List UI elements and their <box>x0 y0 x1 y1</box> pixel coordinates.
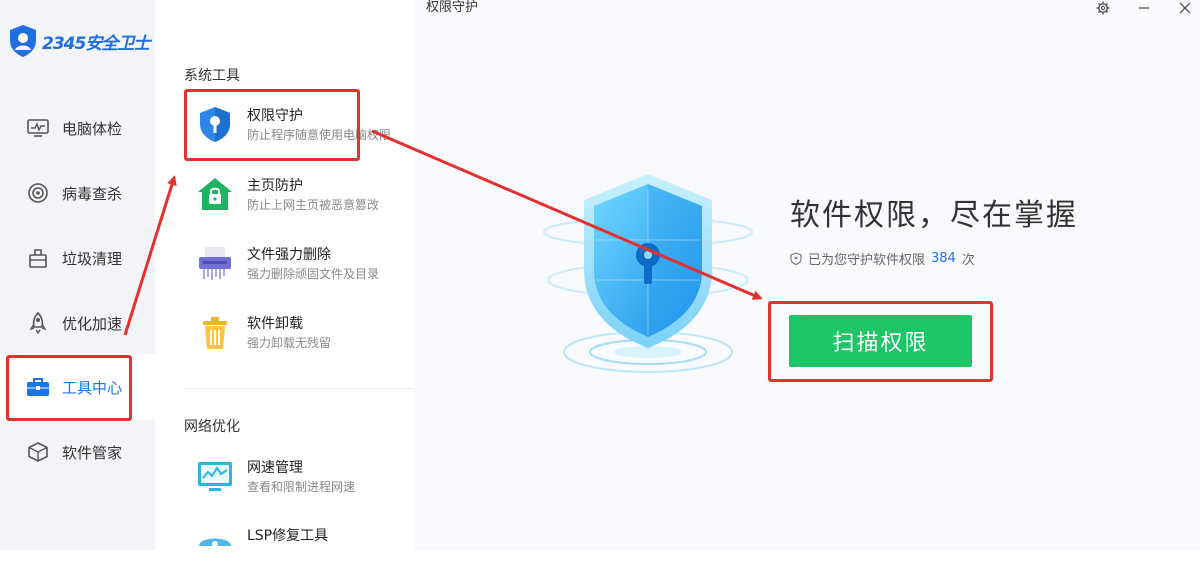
settings-button[interactable] <box>1091 0 1115 16</box>
protect-info: 已为您守护软件权限 384 次 <box>790 249 975 268</box>
close-button[interactable] <box>1173 0 1197 16</box>
tool-item-software-uninstall[interactable]: 软件卸载 强力卸载无残留 <box>195 308 415 368</box>
trash-bin-icon <box>26 246 50 270</box>
tools-panel: 系统工具 权限守护 防止程序随意使用电脑权限 主页防护 防止上网主页被恶意篡改 <box>155 0 569 550</box>
tool-item-file-shredder[interactable]: 文件强力删除 强力删除顽固文件及目录 <box>195 239 415 299</box>
protect-count: 384 <box>931 251 956 266</box>
nav-item-label: 优化加速 <box>62 314 123 333</box>
annotation-box-permission-guard <box>184 89 360 161</box>
logo-text: 2345安全卫士 <box>42 33 150 54</box>
speed-monitor-icon <box>198 462 232 491</box>
tool-name: 文件强力删除 <box>247 247 331 263</box>
nav-item-software-manager[interactable]: 软件管家 <box>0 420 155 484</box>
nav-item-label: 电脑体检 <box>62 119 123 138</box>
tool-desc: 防止上网主页被恶意篡改 <box>247 198 380 212</box>
shredder-icon <box>199 247 231 280</box>
nav-item-junk-clean[interactable]: 垃圾清理 <box>0 226 155 290</box>
nav-item-optimize[interactable]: 优化加速 <box>0 291 155 355</box>
close-icon <box>1179 2 1191 14</box>
tool-name: 软件卸载 <box>247 316 303 332</box>
tool-item-lsp-repair[interactable]: LSP修复工具 <box>195 520 415 580</box>
headline: 软件权限，尽在掌握 <box>790 198 1078 233</box>
home-lock-icon <box>198 178 232 210</box>
tool-item-speed-manage[interactable]: 网速管理 查看和限制进程网速 <box>195 452 415 512</box>
section-divider <box>184 388 413 389</box>
annotation-box-tool-center <box>6 355 132 421</box>
cube-icon <box>26 440 50 464</box>
tool-desc: 强力删除顽固文件及目录 <box>247 267 380 281</box>
tool-name: 主页防护 <box>247 178 303 194</box>
annotation-box-scan-button <box>768 301 993 382</box>
gear-icon <box>1096 1 1110 15</box>
target-icon <box>26 181 50 205</box>
monitor-icon <box>26 116 50 140</box>
tool-name: LSP修复工具 <box>247 528 329 544</box>
left-nav: 2345安全卫士 电脑体检 病毒查杀 垃圾清理 优化加速 工具中心 软件管家 <box>0 0 155 550</box>
shield-logo-icon <box>10 25 36 57</box>
section-title-system-tools: 系统工具 <box>184 68 240 84</box>
nav-item-pc-checkup[interactable]: 电脑体检 <box>0 96 155 160</box>
protect-prefix: 已为您守护软件权限 <box>808 253 926 268</box>
repair-icon <box>199 538 231 547</box>
shield-small-icon <box>790 252 802 265</box>
tool-name: 网速管理 <box>247 460 303 476</box>
minimize-icon <box>1139 7 1149 9</box>
tool-desc: 强力卸载无残留 <box>247 336 332 350</box>
window-title: 权限守护 <box>426 0 479 15</box>
nav-item-virus-scan[interactable]: 病毒查杀 <box>0 161 155 225</box>
protect-suffix: 次 <box>961 253 975 268</box>
main-panel: 权限守护 软件权限，尽在掌握 已为您守护软件权限 384 次 扫描权限 <box>414 0 1200 550</box>
nav-item-label: 病毒查杀 <box>62 184 123 203</box>
rocket-icon <box>26 311 50 335</box>
shield-illustration-icon <box>543 174 753 373</box>
nav-item-label: 垃圾清理 <box>62 249 123 268</box>
minimize-button[interactable] <box>1132 0 1156 16</box>
nav-item-label: 软件管家 <box>62 443 123 462</box>
trash-can-icon <box>203 317 227 349</box>
section-title-network-optimize: 网络优化 <box>184 419 240 435</box>
tool-desc: 查看和限制进程网速 <box>247 480 356 494</box>
tool-item-homepage-protect[interactable]: 主页防护 防止上网主页被恶意篡改 <box>195 170 415 230</box>
app-logo: 2345安全卫士 <box>8 24 150 58</box>
